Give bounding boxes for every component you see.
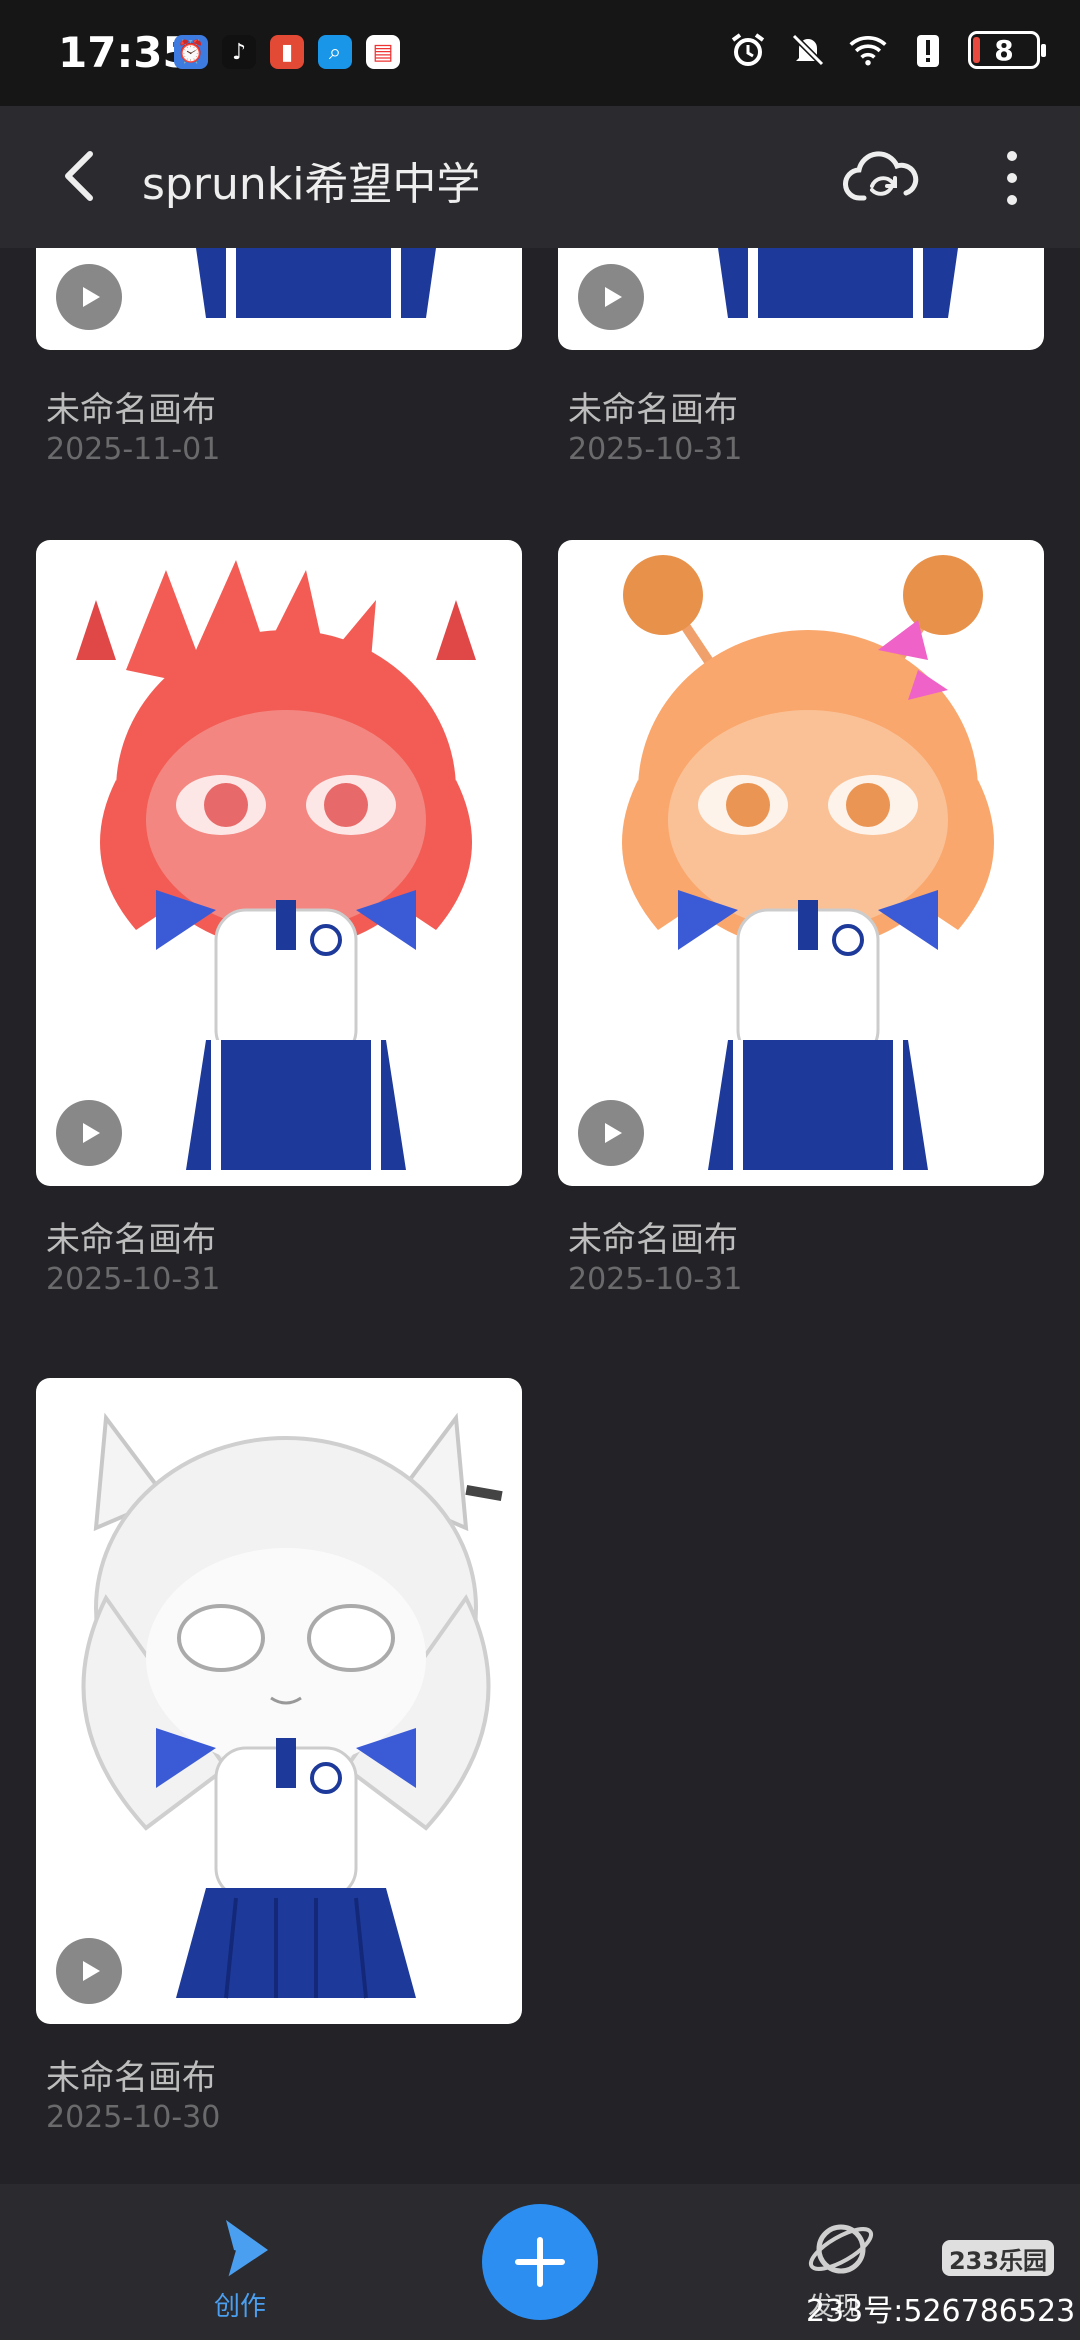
more-vertical-icon[interactable] (992, 148, 1032, 208)
canvas-thumbnail[interactable] (36, 540, 522, 1186)
battery-level: 8 (994, 33, 1014, 67)
watermark-logo: 233乐园 (942, 2240, 1054, 2276)
play-icon[interactable] (578, 1100, 644, 1166)
canvas-date: 2025-11-01 (46, 432, 221, 467)
clock-app-icon: ⏰ (174, 35, 208, 69)
silent-bell-icon (788, 30, 828, 70)
canvas-name: 未命名画布 (46, 1220, 216, 1260)
play-icon[interactable] (56, 264, 122, 330)
calendar-app-icon: ▤ (366, 35, 400, 69)
canvas-thumbnail[interactable] (36, 1378, 522, 2024)
search-app-icon: ⌕ (318, 35, 352, 69)
create-tab-icon[interactable] (208, 2214, 278, 2284)
alarm-icon (728, 30, 768, 70)
canvas-thumbnail[interactable] (36, 248, 522, 350)
play-icon[interactable] (578, 264, 644, 330)
canvas-date: 2025-10-31 (568, 432, 743, 467)
app-header: sprunki希望中学 (0, 106, 1080, 248)
battery-app-icon: ▮ (270, 35, 304, 69)
canvas-thumbnail[interactable] (558, 540, 1044, 1186)
canvas-name: 未命名画布 (568, 390, 738, 430)
watermark-account: 233号:526786523 (806, 2294, 1076, 2329)
cloud-sync-icon[interactable] (842, 146, 922, 210)
canvas-thumbnail[interactable] (558, 248, 1044, 350)
status-time: 17:35 (58, 28, 192, 77)
canvas-date: 2025-10-31 (46, 1262, 221, 1297)
canvas-grid: 未命名画布 2025-11-01 未命名画布 2025-10-31 未命名画布 … (0, 248, 1080, 2184)
system-status-icons: 8 (728, 30, 1046, 70)
canvas-name: 未命名画布 (46, 390, 216, 430)
canvas-name: 未命名画布 (46, 2058, 216, 2098)
canvas-date: 2025-10-31 (568, 1262, 743, 1297)
plus-icon (515, 2237, 565, 2287)
add-canvas-button[interactable] (482, 2204, 598, 2320)
wifi-icon (848, 30, 888, 70)
alert-icon (908, 30, 948, 70)
play-icon[interactable] (56, 1938, 122, 2004)
play-icon[interactable] (56, 1100, 122, 1166)
canvas-name: 未命名画布 (568, 1220, 738, 1260)
discover-tab-icon[interactable] (806, 2214, 876, 2284)
status-bar: 17:35 ⏰ ♪ ▮ ⌕ ▤ 8 (0, 0, 1080, 106)
tab-create[interactable]: 创作 (214, 2286, 266, 2323)
canvas-date: 2025-10-30 (46, 2100, 221, 2135)
battery-indicator: 8 (968, 31, 1046, 69)
page-title: sprunki希望中学 (142, 159, 481, 210)
tiktok-app-icon: ♪ (222, 35, 256, 69)
bottom-navigation: 创作 发现 233乐园 233号:526786523 (0, 2184, 1080, 2340)
back-arrow-icon[interactable] (56, 146, 106, 206)
